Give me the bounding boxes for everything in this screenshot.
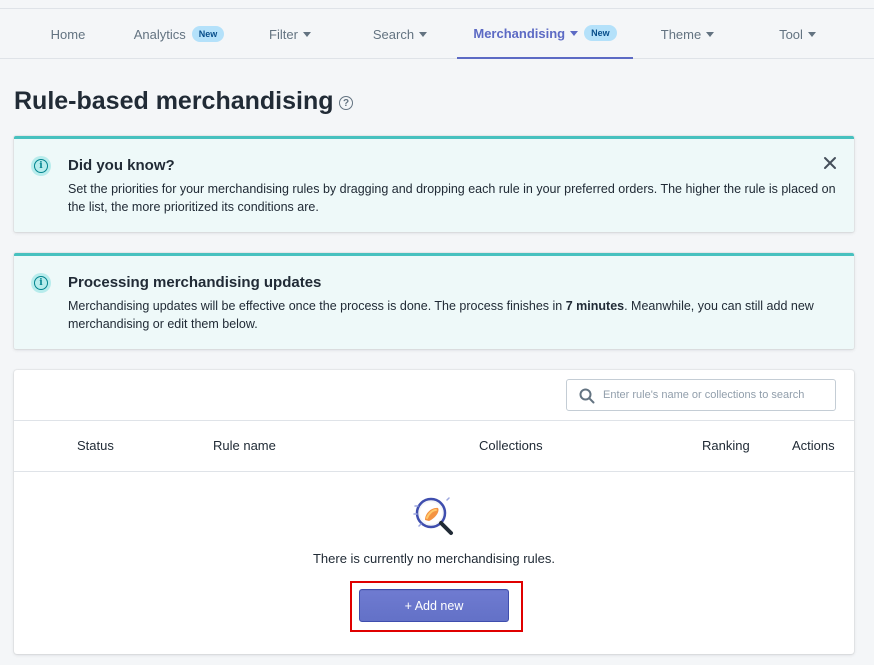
info-circle-icon: i xyxy=(31,156,51,176)
column-rule-name[interactable]: Rule name xyxy=(213,421,276,471)
rules-table-card: Status Rule name Collections Ranking Act… xyxy=(14,370,854,654)
column-collections[interactable]: Collections xyxy=(479,421,543,471)
nav-analytics[interactable]: Analytics New xyxy=(120,9,238,59)
chevron-down-icon xyxy=(419,32,428,37)
rule-search-input[interactable] xyxy=(603,386,828,404)
chevron-down-icon xyxy=(706,32,715,37)
nav-home[interactable]: Home xyxy=(30,9,106,59)
column-ranking[interactable]: Ranking xyxy=(702,421,750,471)
chevron-down-icon xyxy=(302,32,311,37)
magnifier-illustration xyxy=(413,497,453,535)
table-header: Status Rule name Collections Ranking Act… xyxy=(14,420,854,472)
info-circle-icon: i xyxy=(31,273,51,293)
nav-search-label: Search xyxy=(372,26,415,42)
chevron-down-icon xyxy=(807,32,816,37)
nav-home-label: Home xyxy=(50,26,86,42)
nav-merchandising[interactable]: Merchandising New xyxy=(457,9,633,59)
close-icon[interactable] xyxy=(822,155,838,171)
nav-theme[interactable]: Theme xyxy=(640,9,735,59)
processing-updates-banner: i Processing merchandising updates Merch… xyxy=(14,253,854,349)
banner-text-start: Merchandising updates will be effective … xyxy=(68,299,566,313)
top-strip xyxy=(0,0,874,9)
nav-theme-label: Theme xyxy=(660,26,702,42)
question-circle-icon[interactable]: ? xyxy=(339,96,353,110)
rule-search-box[interactable] xyxy=(566,379,836,411)
banner-text: Set the priorities for your merchandisin… xyxy=(68,182,836,214)
column-actions: Actions xyxy=(792,438,835,453)
nav-tool[interactable]: Tool xyxy=(755,9,840,59)
nav-analytics-label: Analytics xyxy=(133,26,186,42)
banner-title: Processing merchandising updates xyxy=(68,274,322,291)
nav-filter-label: Filter xyxy=(269,26,298,42)
new-badge: New xyxy=(584,25,617,41)
page-title: Rule-based merchandising xyxy=(14,87,334,115)
new-badge: New xyxy=(191,26,225,42)
search-icon xyxy=(579,388,595,404)
nav-merchandising-label: Merchandising xyxy=(473,25,566,41)
processing-time: 7 minutes xyxy=(565,299,625,313)
column-status[interactable]: Status xyxy=(77,421,114,471)
banner-text: Merchandising updates will be effective … xyxy=(68,297,838,333)
chevron-down-icon xyxy=(570,31,579,36)
nav-search[interactable]: Search xyxy=(350,9,450,59)
top-nav: Home Analytics New Filter Search Merchan… xyxy=(0,9,874,59)
add-new-button[interactable]: + Add new xyxy=(359,589,509,622)
nav-tool-label: Tool xyxy=(779,26,803,42)
empty-state-text: There is currently no merchandising rule… xyxy=(312,551,556,566)
nav-filter[interactable]: Filter xyxy=(240,9,340,59)
banner-title: Did you know? xyxy=(68,157,175,174)
did-you-know-banner: i Did you know? Set the priorities for y… xyxy=(14,136,854,232)
